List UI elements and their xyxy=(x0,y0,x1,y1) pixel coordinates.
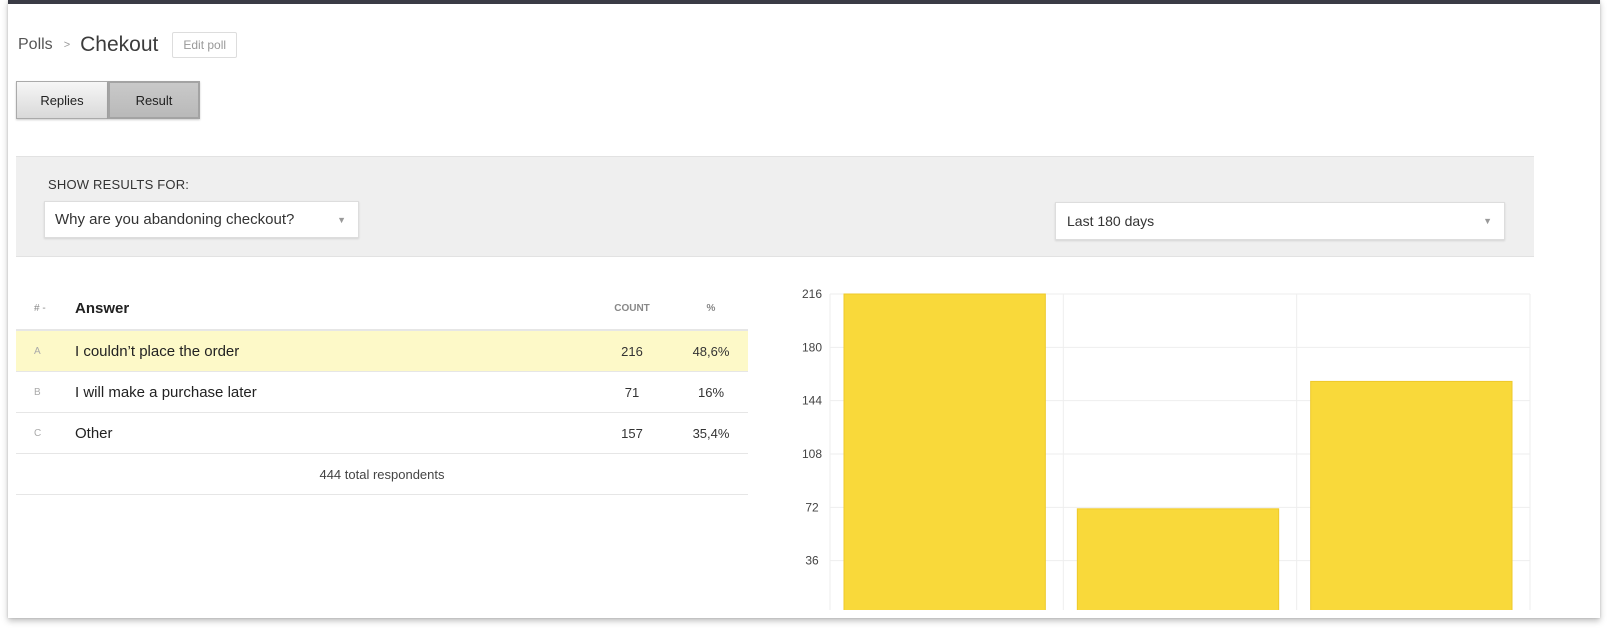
chevron-down-icon: ▼ xyxy=(337,215,346,225)
answer-text: I will make a purchase later xyxy=(75,383,257,401)
table-row[interactable]: C Other 157 35,4% xyxy=(16,413,748,454)
show-results-label: SHOW RESULTS FOR: xyxy=(48,177,190,192)
breadcrumb: Polls > Chekout Edit poll xyxy=(18,30,238,60)
date-range-value: Last 180 days xyxy=(1067,213,1155,229)
count-column-header: COUNT xyxy=(614,302,650,314)
answer-text: Other xyxy=(75,424,113,442)
answer-count: 216 xyxy=(621,343,643,359)
table-header: # - Answer COUNT % xyxy=(16,287,748,331)
tab-result[interactable]: Result xyxy=(108,81,200,119)
breadcrumb-polls-link[interactable]: Polls xyxy=(18,36,53,54)
chevron-down-icon: ▼ xyxy=(1483,216,1492,226)
y-tick-label: 144 xyxy=(802,394,822,408)
question-select-value: Why are you abandoning checkout? xyxy=(55,211,295,228)
answer-count: 71 xyxy=(624,384,640,400)
table-row[interactable]: A I couldn’t place the order 216 48,6% xyxy=(16,331,748,372)
answer-percent: 16% xyxy=(697,384,725,400)
results-bar-chart: 36 72 108 144 180 216 xyxy=(778,280,1538,615)
answer-percent: 35,4% xyxy=(692,425,730,441)
index-column-header[interactable]: # - xyxy=(34,303,46,314)
tab-replies[interactable]: Replies xyxy=(16,81,108,119)
y-tick-label: 108 xyxy=(802,447,822,461)
y-tick-label: 36 xyxy=(805,554,819,568)
chevron-right-icon: > xyxy=(63,39,71,51)
answer-letter: C xyxy=(34,427,42,439)
answer-text: I couldn’t place the order xyxy=(75,342,240,360)
answer-column-header: Answer xyxy=(75,299,130,317)
total-respondents: 444 total respondents xyxy=(16,454,748,495)
page-title: Chekout xyxy=(80,33,159,56)
bar-a xyxy=(843,293,1046,615)
app-frame: Polls > Chekout Edit poll Replies Result… xyxy=(8,0,1600,618)
y-tick-label: 72 xyxy=(805,500,819,514)
date-range-select[interactable]: Last 180 days ▼ xyxy=(1055,202,1505,240)
percent-column-header: % xyxy=(706,302,716,314)
y-tick-label: 216 xyxy=(802,287,822,301)
results-table: # - Answer COUNT % A I couldn’t place th… xyxy=(16,287,748,495)
edit-poll-button[interactable]: Edit poll xyxy=(172,32,238,58)
question-select[interactable]: Why are you abandoning checkout? ▼ xyxy=(44,201,359,238)
bar-chart-svg: 36 72 108 144 180 216 xyxy=(802,287,1531,615)
bar-b xyxy=(1076,508,1280,615)
answer-letter: B xyxy=(34,386,41,398)
results-filter-panel: SHOW RESULTS FOR: Why are you abandoning… xyxy=(16,156,1534,257)
table-row[interactable]: B I will make a purchase later 71 16% xyxy=(16,372,748,413)
view-tabs: Replies Result xyxy=(16,81,200,119)
answer-letter: A xyxy=(34,345,41,357)
answer-percent: 48,6% xyxy=(692,343,730,359)
answer-count: 157 xyxy=(621,425,643,441)
bar-c xyxy=(1310,380,1513,615)
y-tick-label: 180 xyxy=(802,340,822,354)
